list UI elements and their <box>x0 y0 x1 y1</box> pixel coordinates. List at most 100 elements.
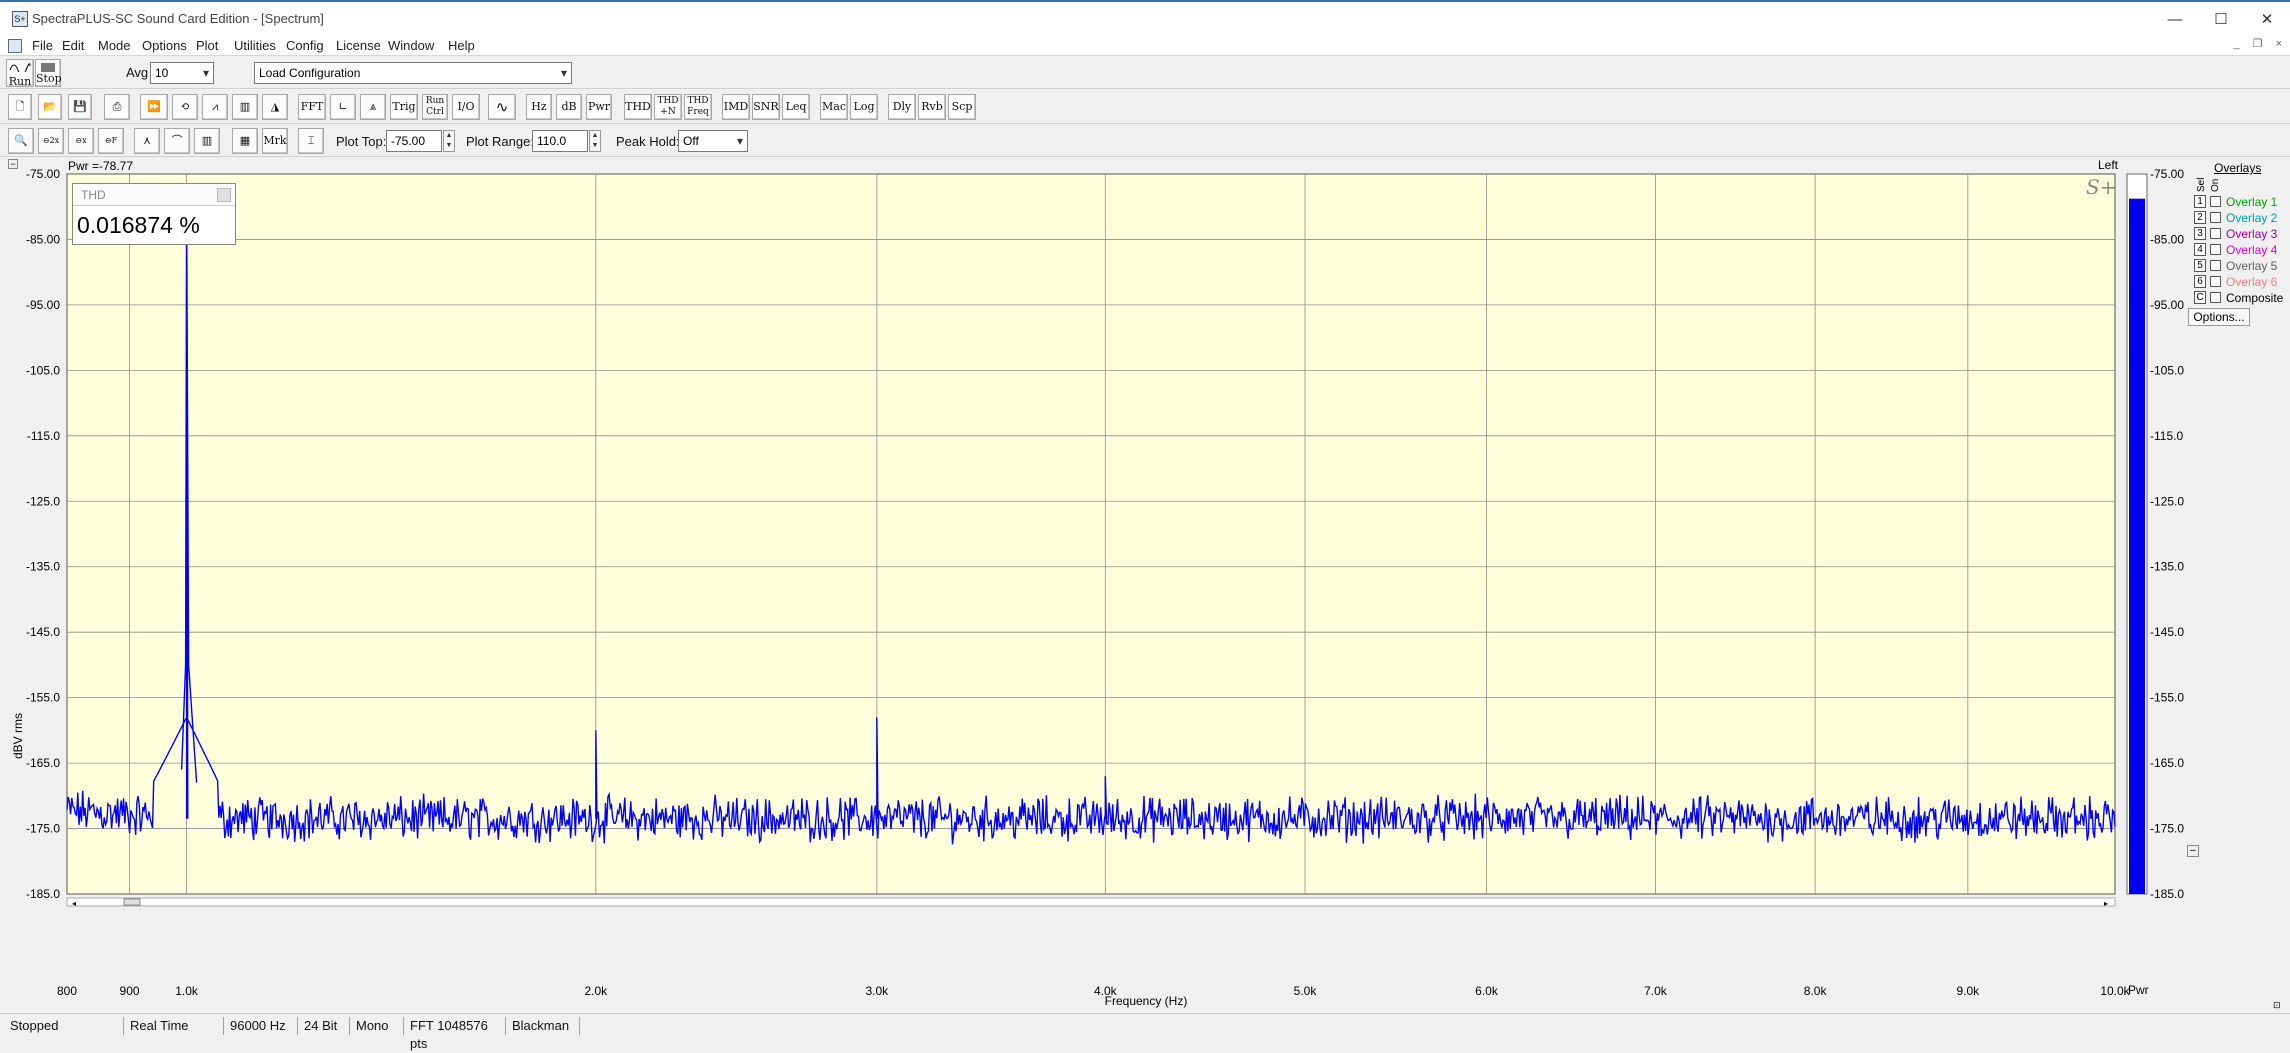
thdn-button[interactable]: THD +N <box>654 94 682 120</box>
menu-config[interactable]: Config <box>286 36 324 56</box>
scroll-left-icon[interactable]: ◂ <box>72 899 76 908</box>
thd-freq-button[interactable]: THD Freq <box>684 94 712 120</box>
run-button[interactable]: Run <box>6 59 34 87</box>
bar-icon[interactable]: ▥ <box>194 128 220 154</box>
zoom-out-2x-icon[interactable]: ⊖2x <box>38 128 64 154</box>
config-select[interactable]: Load Configuration <box>254 62 572 84</box>
snr-button[interactable]: SNR <box>752 94 780 120</box>
overlay-select-3[interactable]: 3 <box>2194 227 2206 240</box>
spectrum-plot[interactable]: -75.00 -85.00 -95.00 -105.0 -115.0 -125.0 -135… <box>0 158 2290 1013</box>
overlay-checkbox-4[interactable] <box>2210 244 2221 255</box>
menu-help[interactable]: Help <box>448 36 475 56</box>
pwr-button[interactable]: Pwr <box>586 94 612 120</box>
avg-value: 10 <box>155 66 169 80</box>
menu-mode[interactable]: Mode <box>98 36 131 56</box>
y-tick-label: -185.0 <box>26 887 60 901</box>
rvb-button[interactable]: Rvb <box>918 94 946 120</box>
mdi-child-icon[interactable] <box>8 39 22 53</box>
overlay-checkbox-C[interactable] <box>2210 292 2221 303</box>
mac-button[interactable]: Mac <box>820 94 848 120</box>
sine-wave-icon[interactable]: ∿ <box>488 94 516 120</box>
thd-readout-box[interactable]: THD 0.016874 % <box>72 183 236 245</box>
zoom-out-x-icon[interactable]: ⊖x <box>68 128 94 154</box>
overlay-select-1[interactable]: 1 <box>2194 195 2206 208</box>
close-icon[interactable]: ✕ <box>2244 6 2290 34</box>
mdi-close-icon[interactable]: × <box>2276 38 2282 50</box>
zoom-icon[interactable]: 🔍 <box>8 128 34 154</box>
scp-button[interactable]: Scp <box>948 94 976 120</box>
overlay-select-4[interactable]: 4 <box>2194 243 2206 256</box>
menu-plot[interactable]: Plot <box>196 36 218 56</box>
maximize-icon[interactable]: ☐ <box>2198 6 2244 34</box>
overlay-select-6[interactable]: 6 <box>2194 275 2206 288</box>
save-icon[interactable]: 💾 <box>68 94 92 120</box>
menu-options[interactable]: Options <box>142 36 187 56</box>
thd-button[interactable]: THD <box>624 94 652 120</box>
fft-button[interactable]: FFT <box>298 94 326 120</box>
y-axis-ticks: -75.00 -85.00 -95.00 -105.0 -115.0 -125.0 -135… <box>26 167 60 901</box>
overlay-checkbox-1[interactable] <box>2210 196 2221 207</box>
overlay-label-C: Composite <box>2226 291 2284 305</box>
scroll-right-icon[interactable]: ▸ <box>2104 899 2108 908</box>
plot-range-input[interactable]: 110.0 <box>532 130 588 152</box>
open-folder-icon[interactable]: 📂 <box>38 94 62 120</box>
menu-file[interactable]: File <box>32 36 53 56</box>
menu-window[interactable]: Window <box>388 36 434 56</box>
new-file-icon[interactable]: 🗋 <box>8 94 32 120</box>
leq-button[interactable]: Leq <box>782 94 810 120</box>
plot-range-spinner[interactable]: ▲ ▼ <box>589 130 601 152</box>
log-button[interactable]: Log <box>850 94 878 120</box>
imd-button[interactable]: IMD <box>722 94 750 120</box>
zoom-out-full-icon[interactable]: ⊖F <box>98 128 124 154</box>
record-icon[interactable]: ⟲ <box>172 94 198 120</box>
peak-hold-select[interactable]: Off <box>678 130 748 152</box>
plot-background <box>66 173 2116 895</box>
overlay-checkbox-5[interactable] <box>2210 260 2221 271</box>
trig-button[interactable]: Trig <box>390 94 418 120</box>
plot-top-spinner[interactable]: ▲ ▼ <box>443 130 455 152</box>
marker-button[interactable]: Mrk <box>262 128 288 154</box>
config-value: Load Configuration <box>259 66 361 80</box>
weighting-icon[interactable]: ⩓ <box>360 94 386 120</box>
mdi-restore-icon[interactable]: ❐ <box>2253 38 2263 50</box>
app-icon[interactable]: S+ <box>12 11 28 27</box>
y-tick-label: -175.0 <box>26 822 60 836</box>
db-button[interactable]: dB <box>556 94 582 120</box>
3d-surface-icon[interactable]: ◮ <box>262 94 288 120</box>
overlay-select-5[interactable]: 5 <box>2194 259 2206 272</box>
overlay-checkbox-2[interactable] <box>2210 212 2221 223</box>
plot-top-input[interactable]: -75.00 <box>386 130 442 152</box>
cursor-icon[interactable]: ⌶ <box>298 128 324 154</box>
overlay-select-2[interactable]: 2 <box>2194 211 2206 224</box>
hz-button[interactable]: Hz <box>526 94 552 120</box>
avg-label: Avg <box>126 65 149 80</box>
minimize-icon[interactable]: — <box>2152 6 2198 34</box>
spectrogram-icon[interactable]: ▥ <box>232 94 258 120</box>
thd-box-close-icon[interactable] <box>217 188 231 202</box>
thd-box-title: THD <box>81 188 106 202</box>
menu-license[interactable]: License <box>336 36 381 56</box>
peak-icon[interactable]: ⋏ <box>134 128 160 154</box>
axis-icon[interactable]: ∟ <box>330 94 356 120</box>
avg-select[interactable]: 10 <box>150 62 214 84</box>
x-scrollbar[interactable] <box>66 897 2116 907</box>
io-button[interactable]: I/O <box>452 94 480 120</box>
menu-edit[interactable]: Edit <box>62 36 84 56</box>
mdi-minimize-icon[interactable]: _ <box>2233 38 2239 50</box>
dly-button[interactable]: Dly <box>888 94 916 120</box>
run-ctrl-button[interactable]: Run Ctrl <box>422 94 448 120</box>
sawtooth-icon[interactable]: ⩘ <box>202 94 228 120</box>
menu-utilities[interactable]: Utilities <box>234 36 276 56</box>
overlay-select-C[interactable]: C <box>2194 291 2206 304</box>
stop-button[interactable]: Stop <box>35 59 62 87</box>
overlays-options-button[interactable]: Options... <box>2188 308 2250 326</box>
overlay-checkbox-3[interactable] <box>2210 228 2221 239</box>
fast-forward-icon[interactable]: ⏩ <box>140 94 168 120</box>
overlay-checkbox-6[interactable] <box>2210 276 2221 287</box>
smooth-icon[interactable]: ⌒ <box>164 128 190 154</box>
grid-icon[interactable]: ▦ <box>232 128 258 154</box>
print-icon[interactable]: ⎙ <box>104 94 130 120</box>
x-scrollbar-thumb[interactable] <box>123 898 141 906</box>
level-meter-ticks: -75.00 -85.00 -95.00 -105.0 -115.0 -125.0 -135… <box>2150 167 2184 901</box>
level-meter-tick-label: -85.00 <box>2150 232 2184 246</box>
